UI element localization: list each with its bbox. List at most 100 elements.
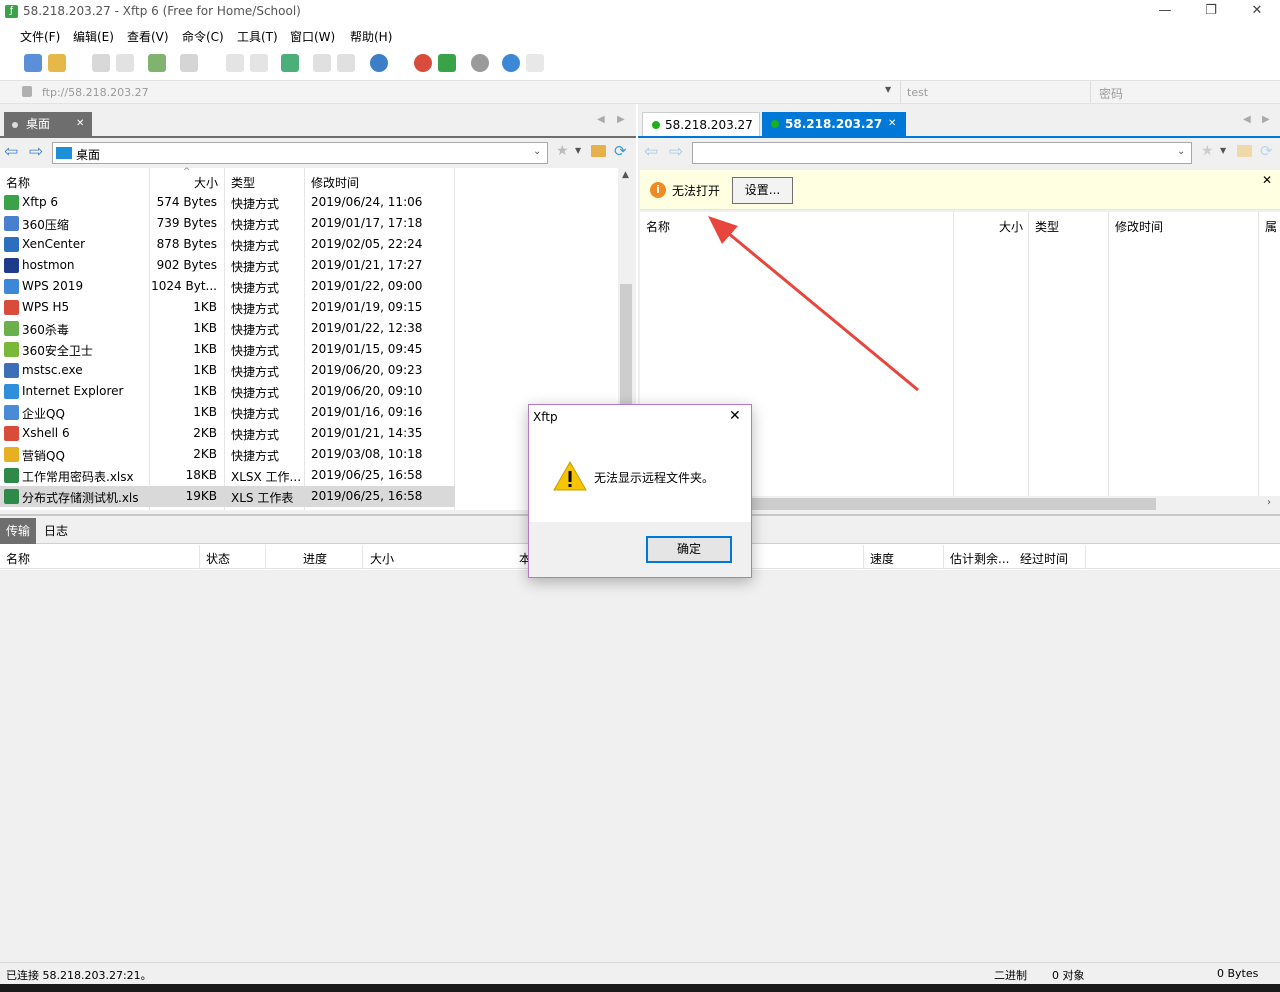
close-icon[interactable]: ✕ (1262, 173, 1272, 187)
col-name[interactable]: 名称 (646, 218, 670, 235)
print-icon[interactable] (313, 54, 331, 72)
col-type[interactable]: 类型 (231, 174, 255, 191)
table-row[interactable]: 营销QQ 2KB 快捷方式 2019/03/08, 10:18 (0, 444, 455, 465)
table-row[interactable]: XenCenter 878 Bytes 快捷方式 2019/02/05, 22:24 (0, 234, 455, 255)
ok-button[interactable]: 确定 (646, 536, 732, 563)
remote-path-combo[interactable]: ⌄ (692, 142, 1192, 164)
table-row[interactable]: 360安全卫士 1KB 快捷方式 2019/01/15, 09:45 (0, 339, 455, 360)
open-folder-icon[interactable] (48, 54, 66, 72)
tab-remote-2-active[interactable]: 58.218.203.27 ✕ (762, 112, 906, 136)
user-field[interactable]: test (900, 81, 1088, 103)
password-field[interactable]: 密码 (1090, 81, 1278, 103)
tab-local-desktop[interactable]: 桌面 ✕ (4, 112, 92, 136)
folder-up-icon[interactable] (591, 145, 606, 157)
scroll-right-icon[interactable]: › (1267, 497, 1271, 508)
close-button[interactable]: ✕ (1234, 0, 1280, 24)
menu-edit[interactable]: 编辑(E) (73, 28, 114, 45)
transfer-icon[interactable] (180, 54, 198, 72)
chevron-down-icon[interactable]: ⌄ (1177, 146, 1185, 157)
table-row[interactable]: Xshell 6 2KB 快捷方式 2019/01/21, 14:35 (0, 423, 455, 444)
menu-view[interactable]: 查看(V) (127, 28, 169, 45)
tab-remote-1[interactable]: 58.218.203.27 (642, 112, 760, 136)
sync-icon[interactable] (281, 54, 299, 72)
col-modified[interactable]: 修改时间 (1115, 218, 1163, 235)
table-row[interactable]: 分布式存储测试机.xls 19KB XLS 工作表 2019/06/25, 16:58 (0, 486, 455, 507)
tab-close-icon[interactable]: ✕ (888, 112, 896, 136)
menu-window[interactable]: 窗口(W) (290, 28, 335, 45)
new-tab-icon[interactable] (148, 54, 166, 72)
help-icon[interactable] (502, 54, 520, 72)
settings-button[interactable]: 设置... (732, 177, 793, 204)
xftp-launch-icon[interactable] (438, 54, 456, 72)
col-status[interactable]: 状态 (206, 550, 230, 567)
table-row[interactable]: WPS 2019 1024 Byt... 快捷方式 2019/01/22, 09:00 (0, 276, 455, 297)
menu-command[interactable]: 命令(C) (182, 28, 224, 45)
file-type: 快捷方式 (231, 281, 280, 295)
chat-icon[interactable] (526, 54, 544, 72)
table-row[interactable]: 工作常用密码表.xlsx 18KB XLSX 工作... 2019/06/25, 16… (0, 465, 455, 486)
minimize-button[interactable]: — (1142, 0, 1188, 24)
tab-scroll-left-icon[interactable]: ◀ (1243, 114, 1251, 125)
col-eta[interactable]: 估计剩余... (950, 550, 1009, 567)
bookmark-dropdown-icon[interactable]: ▼ (575, 146, 581, 155)
bookmark-star-icon[interactable]: ★ (556, 143, 569, 159)
bookmark-dropdown-icon[interactable]: ▼ (1220, 146, 1226, 155)
back-arrow-icon[interactable]: ⇦ (4, 142, 18, 162)
new-session-icon[interactable] (24, 54, 42, 72)
menu-help[interactable]: 帮助(H) (350, 28, 392, 45)
chevron-down-icon[interactable]: ⌄ (533, 146, 541, 157)
copy-icon[interactable] (226, 54, 244, 72)
folder-up-icon[interactable] (1237, 145, 1252, 157)
table-row[interactable]: hostmon 902 Bytes 快捷方式 2019/01/21, 17:27 (0, 255, 455, 276)
dialog-close-icon[interactable]: ✕ (729, 408, 741, 424)
forward-arrow-icon[interactable]: ⇨ (29, 142, 43, 162)
reconnect-icon[interactable] (116, 54, 134, 72)
col-name[interactable]: 名称 (6, 174, 30, 191)
properties-icon[interactable] (337, 54, 355, 72)
file-type: XLS 工作表 (231, 491, 294, 505)
refresh-icon[interactable]: ⟳ (1260, 142, 1273, 160)
scroll-up-icon[interactable]: ▲ (622, 170, 629, 180)
globe-icon[interactable] (370, 54, 388, 72)
refresh-icon[interactable]: ⟳ (614, 142, 627, 160)
col-size[interactable]: 大小 (194, 174, 218, 191)
col-modified[interactable]: 修改时间 (311, 174, 359, 191)
col-name[interactable]: 名称 (6, 550, 30, 567)
col-type[interactable]: 类型 (1035, 218, 1059, 235)
connected-dot-icon (652, 121, 660, 129)
back-arrow-icon[interactable]: ⇦ (644, 142, 658, 162)
table-row[interactable]: WPS H5 1KB 快捷方式 2019/01/19, 09:15 (0, 297, 455, 318)
table-row[interactable]: Xftp 6 574 Bytes 快捷方式 2019/06/24, 11:06 (0, 192, 455, 213)
menu-tools[interactable]: 工具(T) (237, 28, 278, 45)
col-size[interactable]: 大小 (370, 550, 394, 567)
disconnect-icon[interactable] (92, 54, 110, 72)
paste-icon[interactable] (250, 54, 268, 72)
table-row[interactable]: 360压缩 739 Bytes 快捷方式 2019/01/17, 17:18 (0, 213, 455, 234)
col-elapsed[interactable]: 经过时间 (1020, 550, 1068, 567)
tab-close-icon[interactable]: ✕ (76, 112, 84, 136)
table-row[interactable]: mstsc.exe 1KB 快捷方式 2019/06/20, 09:23 (0, 360, 455, 381)
chevron-down-icon[interactable]: ▼ (885, 85, 891, 94)
tab-scroll-right-icon[interactable]: ▶ (617, 114, 625, 125)
col-size[interactable]: 大小 (999, 218, 1023, 235)
file-modified: 2019/02/05, 22:24 (311, 237, 423, 251)
col-speed[interactable]: 速度 (870, 550, 894, 567)
col-progress[interactable]: 进度 (303, 550, 327, 567)
address-input[interactable]: ftp://58.218.203.27 ▼ (40, 81, 898, 103)
local-path-combo[interactable]: 桌面 ⌄ (52, 142, 548, 164)
bookmark-star-icon[interactable]: ★ (1201, 143, 1214, 159)
tab-log[interactable]: 日志 (36, 518, 76, 544)
table-row[interactable]: 企业QQ 1KB 快捷方式 2019/01/16, 09:16 (0, 402, 455, 423)
tab-scroll-right-icon[interactable]: ▶ (1262, 114, 1270, 125)
table-row[interactable]: 360杀毒 1KB 快捷方式 2019/01/22, 12:38 (0, 318, 455, 339)
menu-file[interactable]: 文件(F) (20, 28, 60, 45)
gear-icon[interactable] (471, 54, 489, 72)
tab-scroll-left-icon[interactable]: ◀ (597, 114, 605, 125)
file-type: 快捷方式 (231, 365, 280, 379)
tab-transfer[interactable]: 传输 (0, 518, 36, 544)
maximize-button[interactable]: ❐ (1188, 0, 1234, 24)
table-row[interactable]: Internet Explorer 1KB 快捷方式 2019/06/20, 09:1… (0, 381, 455, 402)
forward-arrow-icon[interactable]: ⇨ (669, 142, 683, 162)
col-attr[interactable]: 属 (1265, 218, 1277, 235)
xshell-launch-icon[interactable] (414, 54, 432, 72)
